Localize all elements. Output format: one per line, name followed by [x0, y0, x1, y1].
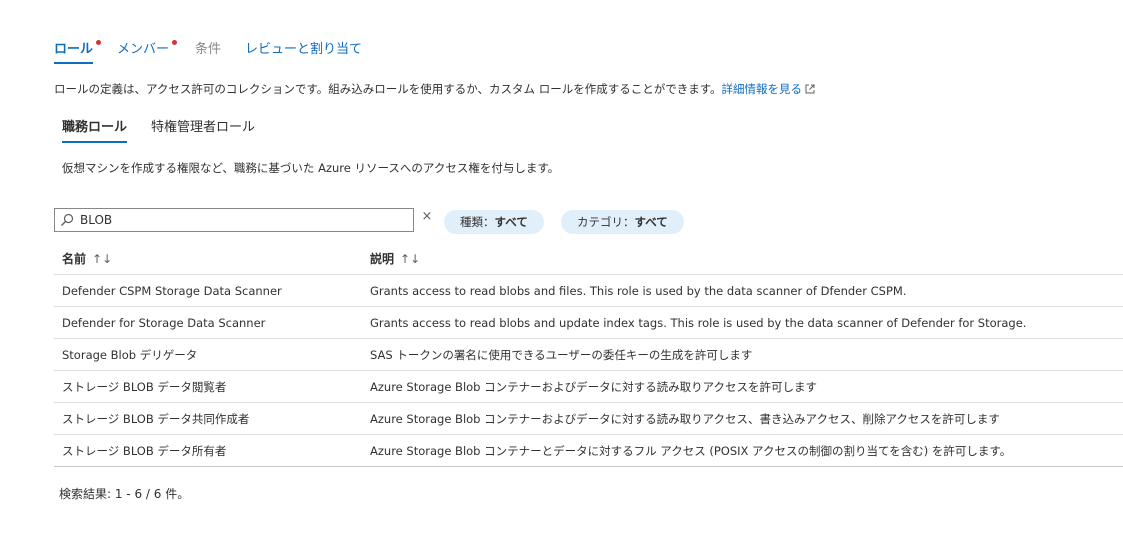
top-tabs: ロール メンバー 条件 レビューと割り当て [54, 40, 386, 68]
required-dot [96, 40, 102, 45]
tab-conditions-label: 条件 [195, 42, 222, 57]
learn-more-link[interactable]: 詳細情報を見る [722, 82, 816, 96]
type-filter-pill[interactable]: 種類：すべて [444, 210, 544, 234]
tab-members[interactable]: メンバー [117, 40, 178, 62]
sort-icon[interactable]: ↑↓ [400, 252, 420, 266]
required-dot [172, 40, 178, 45]
role-name: Defender CSPM Storage Data Scanner [62, 283, 282, 298]
search-input[interactable] [80, 213, 400, 227]
role-name: Defender for Storage Data Scanner [62, 315, 266, 330]
role-description: Azure Storage Blob コンテナーおよびデータに対する読み取りアク… [370, 411, 1000, 426]
role-description: Azure Storage Blob コンテナーおよびデータに対する読み取りアク… [370, 379, 818, 394]
role-type-tabs: 職務ロール 特権管理者ロール [62, 119, 279, 143]
table-row[interactable]: Storage Blob デリゲータ SAS トークンの署名に使用できるユーザー… [54, 339, 1123, 371]
table-header: 名前 ↑↓ 説明 ↑↓ [54, 242, 1123, 275]
roles-table: 名前 ↑↓ 説明 ↑↓ Defender CSPM Storage Data Sca… [54, 242, 1123, 467]
table-row[interactable]: Defender CSPM Storage Data Scanner Grant… [54, 275, 1123, 307]
tab-role-label: ロール [54, 42, 94, 57]
tab-privileged-admin-roles[interactable]: 特権管理者ロール [151, 119, 255, 141]
description-header-label: 説明 [370, 251, 395, 266]
table-row[interactable]: ストレージ BLOB データ所有者 Azure Storage Blob コンテ… [54, 435, 1123, 467]
role-description: Grants access to read blobs and update i… [370, 315, 1027, 330]
sort-icon[interactable]: ↑↓ [92, 252, 112, 266]
role-name: ストレージ BLOB データ共同作成者 [62, 411, 250, 426]
role-name: ストレージ BLOB データ閲覧者 [62, 379, 227, 394]
intro-text: ロールの定義は、アクセス許可のコレクションです。組み込みロールを使用するか、カス… [54, 82, 722, 96]
tab-conditions: 条件 [195, 40, 221, 62]
role-search-box [54, 208, 414, 232]
role-description: SAS トークンの署名に使用できるユーザーの委任キーの生成を許可します [370, 347, 753, 362]
tab-job-function-roles[interactable]: 職務ロール [62, 119, 128, 143]
learn-more-label: 詳細情報を見る [721, 82, 803, 96]
job-roles-description: 仮想マシンを作成する権限など、職務に基づいた Azure リソースへのアクセス権… [62, 161, 560, 175]
role-name: Storage Blob デリゲータ [62, 347, 198, 362]
table-row[interactable]: ストレージ BLOB データ共同作成者 Azure Storage Blob コ… [54, 403, 1123, 435]
name-column-header[interactable]: 名前 ↑↓ [54, 250, 370, 267]
type-filter-label: 種類： [460, 215, 495, 229]
tab-review-label: レビューと割り当て [245, 42, 363, 57]
role-name: ストレージ BLOB データ所有者 [62, 443, 227, 458]
clear-search-button[interactable]: × [419, 208, 435, 228]
table-row[interactable]: ストレージ BLOB データ閲覧者 Azure Storage Blob コンテ… [54, 371, 1123, 403]
table-row[interactable]: Defender for Storage Data Scanner Grants… [54, 307, 1123, 339]
type-filter-value: すべて [494, 215, 528, 229]
external-link-icon [805, 84, 815, 94]
search-icon [61, 213, 74, 226]
tab-members-label: メンバー [117, 42, 170, 57]
search-results-count: 検索結果: 1 - 6 / 6 件。 [59, 487, 190, 501]
role-description: Azure Storage Blob コンテナーとデータに対するフル アクセス … [370, 443, 1012, 458]
category-filter-label: カテゴリ： [577, 215, 635, 229]
category-filter-value: すべて [634, 215, 668, 229]
role-description: Grants access to read blobs and files. T… [370, 283, 907, 298]
description-column-header[interactable]: 説明 ↑↓ [370, 250, 1123, 267]
role-definition-description: ロールの定義は、アクセス許可のコレクションです。組み込みロールを使用するか、カス… [54, 81, 815, 97]
category-filter-pill[interactable]: カテゴリ：すべて [561, 210, 684, 234]
tab-role[interactable]: ロール [54, 40, 102, 64]
tab-review-assign[interactable]: レビューと割り当て [245, 40, 362, 62]
name-header-label: 名前 [62, 251, 87, 266]
